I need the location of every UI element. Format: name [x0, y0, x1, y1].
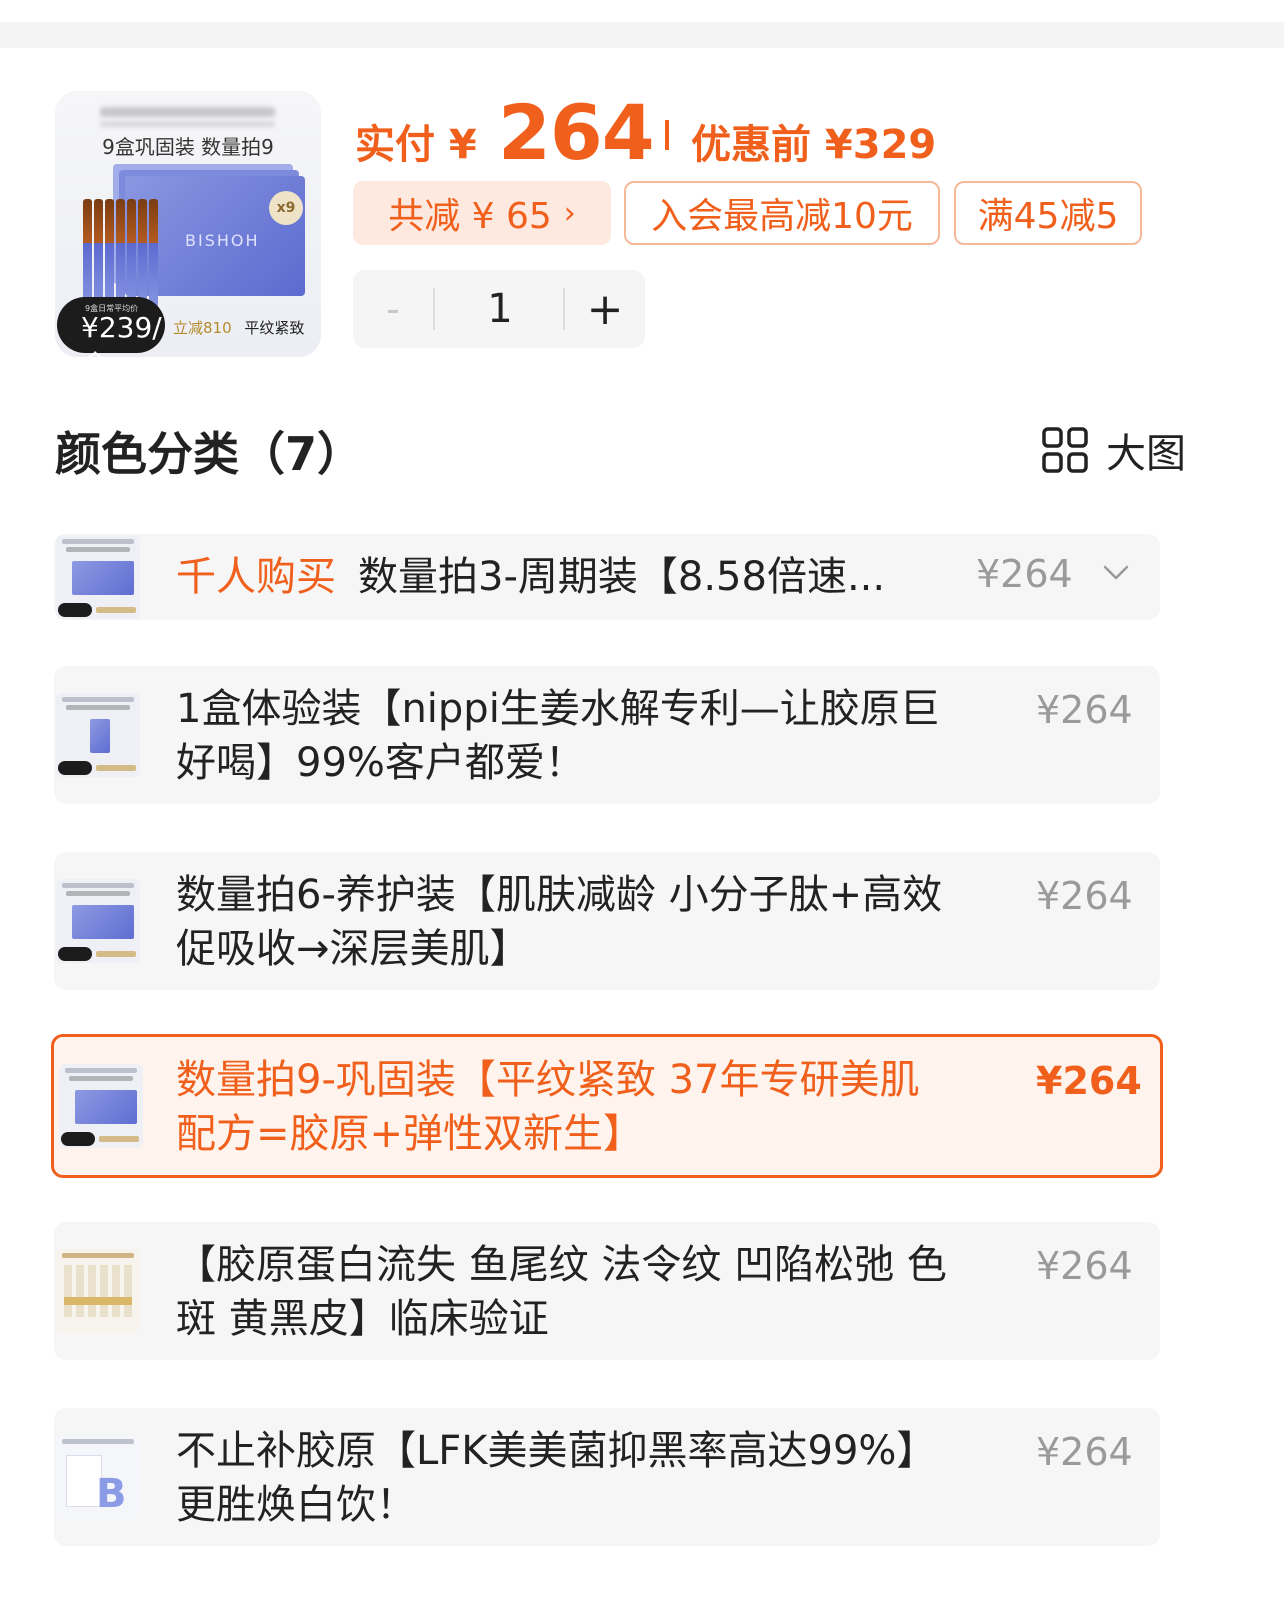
variant-thumbnail: [56, 535, 140, 619]
quantity-value[interactable]: 1: [435, 270, 565, 348]
variant-line2: 斑 黄黑皮】临床验证: [176, 1296, 549, 1342]
variant-line2: 配方=胶原+弹性双新生】: [176, 1111, 644, 1157]
variant-label: 不止补胶原【LFK美美菌抑黑率高达99%】 更胜焕白饮！: [176, 1424, 936, 1532]
chevron-right-icon: ›: [563, 195, 576, 231]
pay-label: 实付 ¥: [355, 122, 477, 168]
variant-line1: 数量拍3-周期装【8.58倍速...: [358, 554, 886, 600]
price-row: 实付 ¥ 264 优惠前 ¥329: [355, 88, 1255, 177]
variant-label: 数量拍9-巩固装【平纹紧致 37年专研美肌 配方=胶原+弹性双新生】: [176, 1053, 920, 1161]
variant-option[interactable]: 1盒体验装【nippi生姜水解专利—让胶原巨 好喝】99%客户都爱！ ¥264: [54, 666, 1160, 804]
variant-line1: 数量拍6-养护装【肌肤减龄 小分子肽+高效: [176, 872, 943, 918]
variant-label: 【胶原蛋白流失 鱼尾纹 法令纹 凹陷松弛 色 斑 黄黑皮】临床验证: [176, 1238, 947, 1346]
decrease-button[interactable]: -: [353, 270, 433, 348]
big-view-toggle[interactable]: 大图: [1042, 425, 1186, 477]
image-promo-line: 立减810 平纹紧致: [173, 317, 304, 338]
threshold-discount-tag[interactable]: 满45减5: [954, 181, 1142, 245]
variant-thumbnail: [56, 879, 140, 963]
variant-option[interactable]: 千人购买 数量拍3-周期装【8.58倍速... ¥264: [54, 534, 1160, 620]
big-view-label: 大图: [1106, 431, 1186, 477]
variant-thumbnail: [59, 1064, 143, 1148]
product-bottles: [83, 199, 167, 309]
member-discount-label: 入会最高减10元: [651, 196, 913, 237]
product-image-title: 9盒巩固装 数量拍9: [102, 135, 274, 159]
variant-label: 千人购买 数量拍3-周期装【8.58倍速...: [176, 550, 885, 604]
variant-option[interactable]: 【胶原蛋白流失 鱼尾纹 法令纹 凹陷松弛 色 斑 黄黑皮】临床验证 ¥264: [54, 1222, 1160, 1360]
variant-line1: 不止补胶原【LFK美美菌抑黑率高达99%】: [176, 1428, 937, 1474]
blurred-subheader: [100, 121, 275, 127]
threshold-discount-label: 满45减5: [977, 196, 1119, 237]
variant-option[interactable]: 数量拍6-养护装【肌肤减龄 小分子肽+高效 促吸收→深层美肌】 ¥264: [54, 852, 1160, 990]
variant-thumbnail: [56, 1249, 140, 1333]
variant-line1: 数量拍9-巩固装【平纹紧致 37年专研美肌: [176, 1057, 920, 1103]
total-discount-label: 共减 ¥ 65: [388, 196, 552, 237]
variant-price: ¥264: [1036, 688, 1133, 732]
product-image[interactable]: 9盒巩固装 数量拍9 BISHOH x9 9盒日常平均价 ¥239/盒 立减81…: [55, 91, 321, 357]
variant-thumbnail: B: [56, 1435, 140, 1519]
grid-icon: [1042, 427, 1088, 473]
pay-amount: 264: [498, 88, 655, 177]
variant-line1: 【胶原蛋白流失 鱼尾纹 法令纹 凹陷松弛 色: [176, 1242, 947, 1288]
quantity-badge: x9: [269, 191, 303, 225]
image-promo-discount: 立减810: [173, 319, 232, 337]
image-promo-text: 平纹紧致: [244, 319, 305, 337]
section-title: 颜色分类（7）: [55, 427, 364, 481]
image-price-pill: 9盒日常平均价 ¥239/盒: [57, 297, 165, 357]
variant-line1: 1盒体验装【nippi生姜水解专利—让胶原巨: [176, 686, 940, 732]
variant-line2: 更胜焕白饮！: [176, 1482, 416, 1528]
variant-price: ¥264: [1036, 1244, 1133, 1288]
variant-thumbnail: [56, 693, 140, 777]
image-price-value: ¥239/盒: [81, 311, 162, 357]
variant-price: ¥264: [1036, 1430, 1133, 1474]
price-divider: [665, 120, 669, 150]
total-discount-tag[interactable]: 共减 ¥ 65 ›: [353, 181, 611, 245]
top-divider-bar: [0, 22, 1284, 48]
variant-line2: 促吸收→深层美肌】: [176, 926, 530, 972]
hot-purchase-label: 千人购买: [176, 554, 336, 600]
variant-label: 1盒体验装【nippi生姜水解专利—让胶原巨 好喝】99%客户都爱！: [176, 682, 940, 790]
original-price: 优惠前 ¥329: [691, 122, 937, 168]
variant-label: 数量拍6-养护装【肌肤减龄 小分子肽+高效 促吸收→深层美肌】: [176, 868, 942, 976]
increase-button[interactable]: +: [565, 270, 645, 348]
variant-price: ¥264: [1036, 1059, 1142, 1103]
brand-logo: BISHOH: [185, 231, 260, 250]
variant-option[interactable]: B 不止补胶原【LFK美美菌抑黑率高达99%】 更胜焕白饮！ ¥264: [54, 1408, 1160, 1546]
member-discount-tag[interactable]: 入会最高减10元: [624, 181, 940, 245]
variant-price: ¥264: [976, 552, 1073, 596]
quantity-stepper: - 1 +: [353, 270, 645, 348]
variant-option-selected[interactable]: 数量拍9-巩固装【平纹紧致 37年专研美肌 配方=胶原+弹性双新生】 ¥264: [51, 1034, 1163, 1178]
variant-price: ¥264: [1036, 874, 1133, 918]
variant-line2: 好喝】99%客户都爱！: [176, 740, 585, 786]
chevron-down-icon[interactable]: [1102, 564, 1130, 582]
blurred-header: [100, 107, 275, 117]
